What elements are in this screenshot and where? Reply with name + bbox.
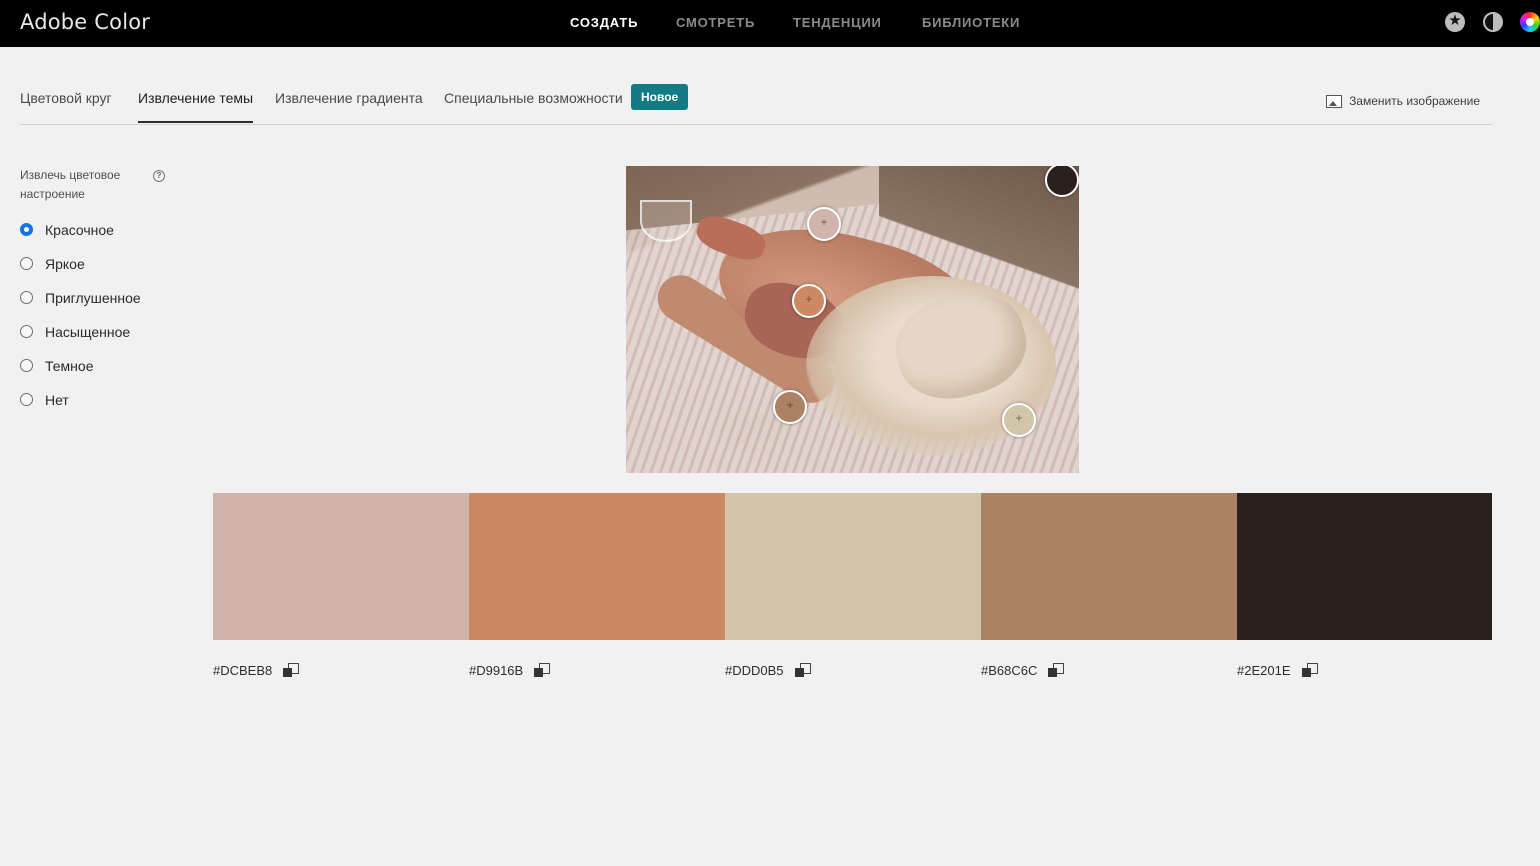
hex-codes: #DCBEB8 #D9916B #DDD0B5 #B68C6C #2E201E	[213, 662, 1492, 686]
color-picker-2[interactable]	[792, 284, 826, 318]
radio-label: Нет	[45, 392, 69, 408]
hex-item-5: #2E201E	[1237, 662, 1318, 680]
radio-label: Насыщенное	[45, 324, 131, 340]
top-bar: Adobe Color СОЗДАТЬ СМОТРЕТЬ ТЕНДЕНЦИИ Б…	[0, 0, 1540, 47]
main-nav: СОЗДАТЬ СМОТРЕТЬ ТЕНДЕНЦИИ БИБЛИОТЕКИ	[0, 0, 1540, 47]
tab-color-wheel[interactable]: Цветовой круг	[20, 90, 112, 121]
new-badge: Новое	[631, 84, 689, 110]
tab-bar: Цветовой круг Извлечение темы Извлечение…	[20, 84, 1492, 125]
swatch-1[interactable]	[213, 493, 469, 640]
nav-trends[interactable]: ТЕНДЕНЦИИ	[793, 15, 882, 30]
contrast-icon[interactable]	[1483, 12, 1503, 32]
hex-code[interactable]: #2E201E	[1237, 663, 1291, 678]
color-wheel-icon[interactable]	[1520, 12, 1540, 32]
swatch-2[interactable]	[469, 493, 725, 640]
hex-item-4: #B68C6C	[981, 662, 1065, 680]
replace-image-label: Заменить изображение	[1349, 94, 1480, 108]
hex-item-1: #DCBEB8	[213, 662, 300, 680]
radio-label: Темное	[45, 358, 94, 374]
copy-icon[interactable]	[794, 663, 811, 678]
hex-item-2: #D9916B	[469, 662, 551, 680]
radio-button[interactable]	[20, 359, 33, 372]
nav-create[interactable]: СОЗДАТЬ	[570, 15, 638, 30]
radio-label: Красочное	[45, 222, 114, 238]
color-picker-3[interactable]	[1002, 403, 1036, 437]
hex-code[interactable]: #DCBEB8	[213, 663, 272, 678]
hex-code[interactable]: #DDD0B5	[725, 663, 784, 678]
photo-glass	[640, 200, 692, 242]
copy-icon[interactable]	[1048, 663, 1065, 678]
source-photo[interactable]	[626, 166, 1079, 473]
color-picker-1[interactable]	[807, 207, 841, 241]
tab-accessibility[interactable]: Специальные возможности	[444, 90, 623, 121]
hex-item-3: #DDD0B5	[725, 662, 811, 680]
radio-button[interactable]	[20, 291, 33, 304]
copy-icon[interactable]	[534, 663, 551, 678]
swatch-3[interactable]	[725, 493, 981, 640]
radio-label: Яркое	[45, 256, 85, 272]
image-icon	[1326, 95, 1343, 109]
swatch-5[interactable]	[1237, 493, 1492, 640]
palette-swatches	[213, 493, 1492, 640]
copy-icon[interactable]	[283, 663, 300, 678]
star-icon[interactable]	[1445, 11, 1465, 32]
replace-image-button[interactable]: Заменить изображение	[1326, 94, 1480, 109]
radio-button[interactable]	[20, 325, 33, 338]
radio-button[interactable]	[20, 223, 33, 236]
swatch-4[interactable]	[981, 493, 1237, 640]
radio-label: Приглушенное	[45, 290, 141, 306]
copy-icon[interactable]	[1301, 663, 1318, 678]
mood-title: Извлечь цветовое настроение	[20, 168, 121, 201]
hex-code[interactable]: #D9916B	[469, 663, 523, 678]
nav-libraries[interactable]: БИБЛИОТЕКИ	[922, 15, 1020, 30]
help-icon[interactable]: ?	[153, 170, 165, 182]
color-picker-4[interactable]	[773, 390, 807, 424]
tab-extract-gradient[interactable]: Извлечение градиента	[275, 90, 423, 121]
tab-extract-theme[interactable]: Извлечение темы	[138, 90, 254, 123]
hex-code[interactable]: #B68C6C	[981, 663, 1037, 678]
nav-explore[interactable]: СМОТРЕТЬ	[676, 15, 755, 30]
radio-button[interactable]	[20, 257, 33, 270]
radio-button[interactable]	[20, 393, 33, 406]
